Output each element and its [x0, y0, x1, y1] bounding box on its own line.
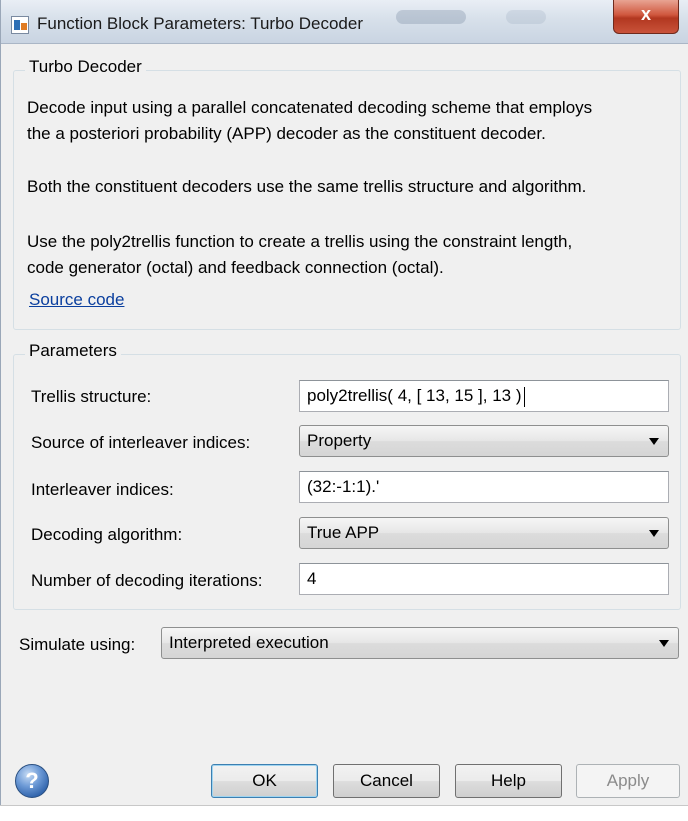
interleaver-indices-input[interactable]: (32:-1:1).': [299, 471, 669, 503]
simulate-using-label: Simulate using:: [19, 635, 136, 654]
description-line: Decode input using a parallel concatenat…: [27, 98, 593, 117]
dialog-window: Function Block Parameters: Turbo Decoder…: [0, 0, 688, 806]
chevron-down-icon: [649, 438, 659, 445]
decoding-algorithm-select[interactable]: True APP: [299, 517, 669, 549]
ok-button[interactable]: OK: [211, 764, 318, 798]
help-question-icon[interactable]: ?: [15, 764, 49, 798]
decoding-iterations-input[interactable]: 4: [299, 563, 669, 595]
description-group-legend: Turbo Decoder: [25, 57, 146, 77]
cancel-button[interactable]: Cancel: [333, 764, 440, 798]
apply-button[interactable]: Apply: [576, 764, 680, 798]
description-line: the a posteriori probability (APP) decod…: [27, 124, 546, 143]
interleaver-source-label: Source of interleaver indices:: [31, 433, 251, 452]
simulink-block-icon: [11, 16, 29, 34]
close-button[interactable]: x: [613, 0, 679, 34]
description-line: Both the constituent decoders use the sa…: [27, 177, 587, 196]
interleaver-source-select[interactable]: Property: [299, 425, 669, 457]
simulate-using-select[interactable]: Interpreted execution: [161, 627, 679, 659]
desktop-background: [0, 806, 688, 821]
title-bar[interactable]: Function Block Parameters: Turbo Decoder…: [1, 0, 688, 44]
description-line: code generator (octal) and feedback conn…: [27, 258, 444, 277]
decoding-iterations-label: Number of decoding iterations:: [31, 571, 263, 590]
interleaver-indices-label: Interleaver indices:: [31, 480, 174, 499]
parameters-group-legend: Parameters: [25, 341, 121, 361]
trellis-structure-input[interactable]: poly2trellis( 4, [ 13, 15 ], 13 ): [299, 380, 669, 412]
simulate-using-value: Interpreted execution: [169, 633, 329, 652]
trellis-structure-label: Trellis structure:: [31, 387, 152, 406]
decoding-algorithm-value: True APP: [307, 523, 380, 542]
description-line: Use the poly2trellis function to create …: [27, 232, 573, 251]
background-blur: [396, 10, 466, 24]
trellis-structure-value: poly2trellis( 4, [ 13, 15 ], 13 ): [307, 386, 522, 405]
decoding-iterations-value: 4: [307, 569, 317, 588]
source-code-link[interactable]: Source code: [29, 290, 124, 310]
help-button[interactable]: Help: [455, 764, 562, 798]
background-blur: [506, 10, 546, 24]
window-title: Function Block Parameters: Turbo Decoder: [37, 14, 363, 33]
text-cursor: [523, 386, 525, 407]
chevron-down-icon: [659, 640, 669, 647]
interleaver-indices-value: (32:-1:1).': [307, 477, 380, 496]
chevron-down-icon: [649, 530, 659, 537]
close-icon: x: [640, 4, 651, 24]
interleaver-source-value: Property: [307, 431, 372, 450]
decoding-algorithm-label: Decoding algorithm:: [31, 525, 183, 544]
